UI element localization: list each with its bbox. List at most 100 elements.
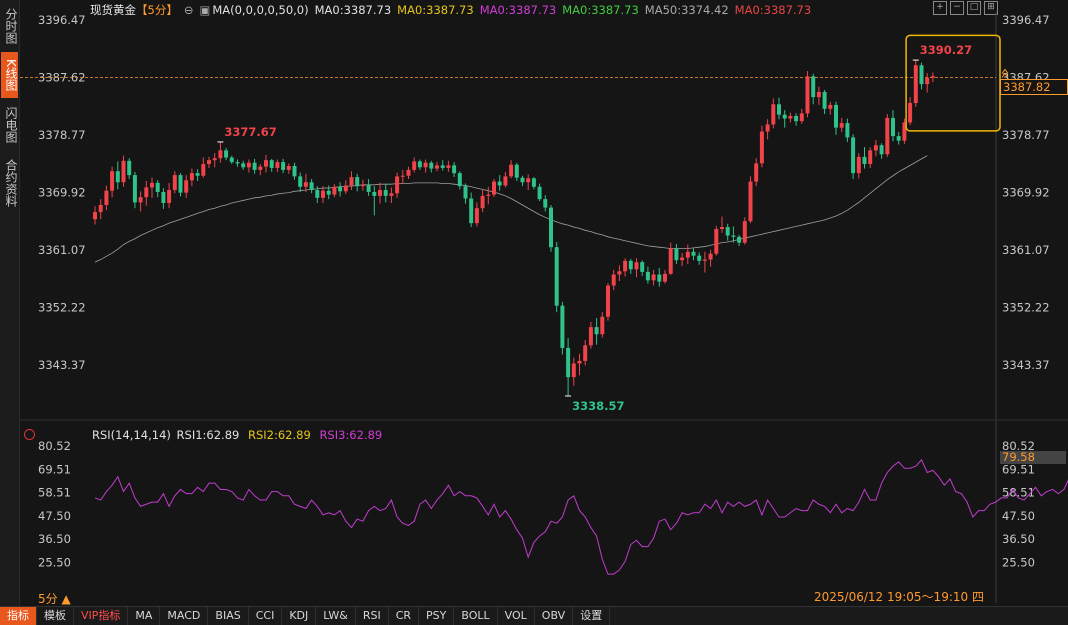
candle-body <box>702 259 707 261</box>
candle-body <box>742 221 747 243</box>
candle-body <box>828 104 833 109</box>
candle-body <box>896 136 901 141</box>
candle-body <box>189 173 194 181</box>
candle-body <box>549 207 553 248</box>
candle-body <box>685 251 690 258</box>
toolbar-item-5[interactable]: BIAS <box>208 607 249 625</box>
toolbar-item-0[interactable]: 指标 <box>0 607 37 625</box>
rsi-tick-left-3: 47.50 <box>38 509 71 523</box>
candle-body <box>885 117 890 155</box>
rsi-tick-right-3: 47.50 <box>1002 509 1035 523</box>
candle-body <box>469 198 474 224</box>
candle-body <box>543 199 548 208</box>
rsi-tick-left-2: 58.51 <box>38 486 71 500</box>
candle-body <box>326 190 331 195</box>
annotation-high: 3390.27 <box>920 43 972 57</box>
candle-body <box>839 123 844 128</box>
candle-body <box>725 227 730 236</box>
candle-body <box>349 177 354 186</box>
price-tick-right-5: 3352.22 <box>1002 301 1050 315</box>
candle-body <box>332 186 337 195</box>
candle-body <box>708 253 713 260</box>
period-selector[interactable]: 5分 ▲ <box>38 590 71 607</box>
candle-body <box>452 165 457 174</box>
candle-body <box>691 251 696 256</box>
toolbar-item-14[interactable]: OBV <box>535 607 574 625</box>
toolbar-item-11[interactable]: PSY <box>419 607 455 625</box>
price-tick-left-3: 3369.92 <box>38 186 86 200</box>
candle-body <box>229 157 234 163</box>
toolbar-item-3[interactable]: MA <box>128 607 161 625</box>
candle-body <box>400 175 405 177</box>
candle-body <box>412 161 417 170</box>
candle-body <box>759 131 764 164</box>
candle-body <box>298 176 303 187</box>
rsi-header: RSI(14,14,14) RSI1:62.89 RSI2:62.89 RSI3… <box>92 428 387 442</box>
indicator-toolbar: 指标 模板 VIP指标 MA MACD BIAS CCI KDJ LW& RSI CR PSY BOLL… <box>0 606 1068 625</box>
candle-body <box>856 156 861 174</box>
candle-body <box>167 190 172 204</box>
toolbar-item-13[interactable]: VOL <box>498 607 535 625</box>
candle-body <box>144 187 149 198</box>
candle-body <box>360 184 365 187</box>
toolbar-item-1[interactable]: 模板 <box>37 607 74 625</box>
candle-body <box>378 190 382 196</box>
toolbar-item-2[interactable]: VIP指标 <box>74 607 129 625</box>
price-tick-right-3: 3369.92 <box>1002 186 1050 200</box>
price-tick-right-2: 3378.77 <box>1002 128 1050 142</box>
candle-body <box>531 178 536 187</box>
toolbar-item-7[interactable]: KDJ <box>282 607 317 625</box>
annotation-local-high: 3377.67 <box>224 125 276 139</box>
candle-body <box>537 186 542 200</box>
current-rsi-label: 79.58 <box>1000 451 1066 464</box>
candle-body <box>600 316 605 335</box>
rsi2-value: RSI2:62.89 <box>247 428 311 442</box>
candle-body <box>640 262 645 272</box>
candle-body <box>446 165 451 168</box>
candle-body <box>754 163 759 182</box>
toolbar-item-9[interactable]: RSI <box>356 607 389 625</box>
candle-body <box>697 255 702 261</box>
candle-body <box>457 173 462 187</box>
rsi-tick-right-5: 25.50 <box>1002 556 1035 570</box>
toolbar-item-4[interactable]: MACD <box>160 607 209 625</box>
candle-body <box>611 274 616 286</box>
candle-body <box>868 150 873 165</box>
time-range: 2025/06/12 19:05～19:10 四 <box>814 590 984 604</box>
trading-chart: 分时图 K线图 闪电图 合约资料 现货黄金【5分】 ⊖ ▣ MA(0,0,0,0,50… <box>0 0 1068 625</box>
toolbar-item-12[interactable]: BOLL <box>454 607 498 625</box>
candle-body <box>663 273 667 282</box>
candle-body <box>925 77 930 85</box>
candle-body <box>566 347 571 378</box>
candle-body <box>879 145 884 155</box>
candle-body <box>429 162 434 169</box>
price-tick-right-6: 3343.37 <box>1002 358 1050 372</box>
rsi-settings-icon[interactable] <box>24 429 35 440</box>
candle-body <box>873 145 878 151</box>
candle-body <box>246 162 251 168</box>
candle-body <box>406 169 411 176</box>
toolbar-item-15[interactable]: 设置 <box>573 607 611 625</box>
annotation-low: 3338.57 <box>572 399 624 413</box>
candle-body <box>577 360 582 364</box>
rsi1-value: RSI1:62.89 <box>176 428 240 442</box>
candle-body <box>623 260 628 272</box>
price-tick-left-2: 3378.77 <box>38 128 86 142</box>
candle-body <box>765 124 770 132</box>
candle-body <box>571 363 576 378</box>
candle-body <box>822 91 827 109</box>
toolbar-item-8[interactable]: LW& <box>316 607 356 625</box>
toolbar-item-10[interactable]: CR <box>389 607 420 625</box>
rsi-tick-right-4: 36.50 <box>1002 532 1035 546</box>
candle-body <box>172 175 177 191</box>
candle-body <box>606 285 610 317</box>
candle-body <box>121 160 126 183</box>
price-tick-left-5: 3352.22 <box>38 301 86 315</box>
candle-body <box>389 193 394 196</box>
rsi-tick-left-1: 69.51 <box>38 462 71 476</box>
candle-body <box>480 195 485 209</box>
candle-body <box>372 191 377 196</box>
toolbar-item-6[interactable]: CCI <box>249 607 283 625</box>
candle-body <box>235 162 240 164</box>
rsi-line <box>94 458 1068 575</box>
